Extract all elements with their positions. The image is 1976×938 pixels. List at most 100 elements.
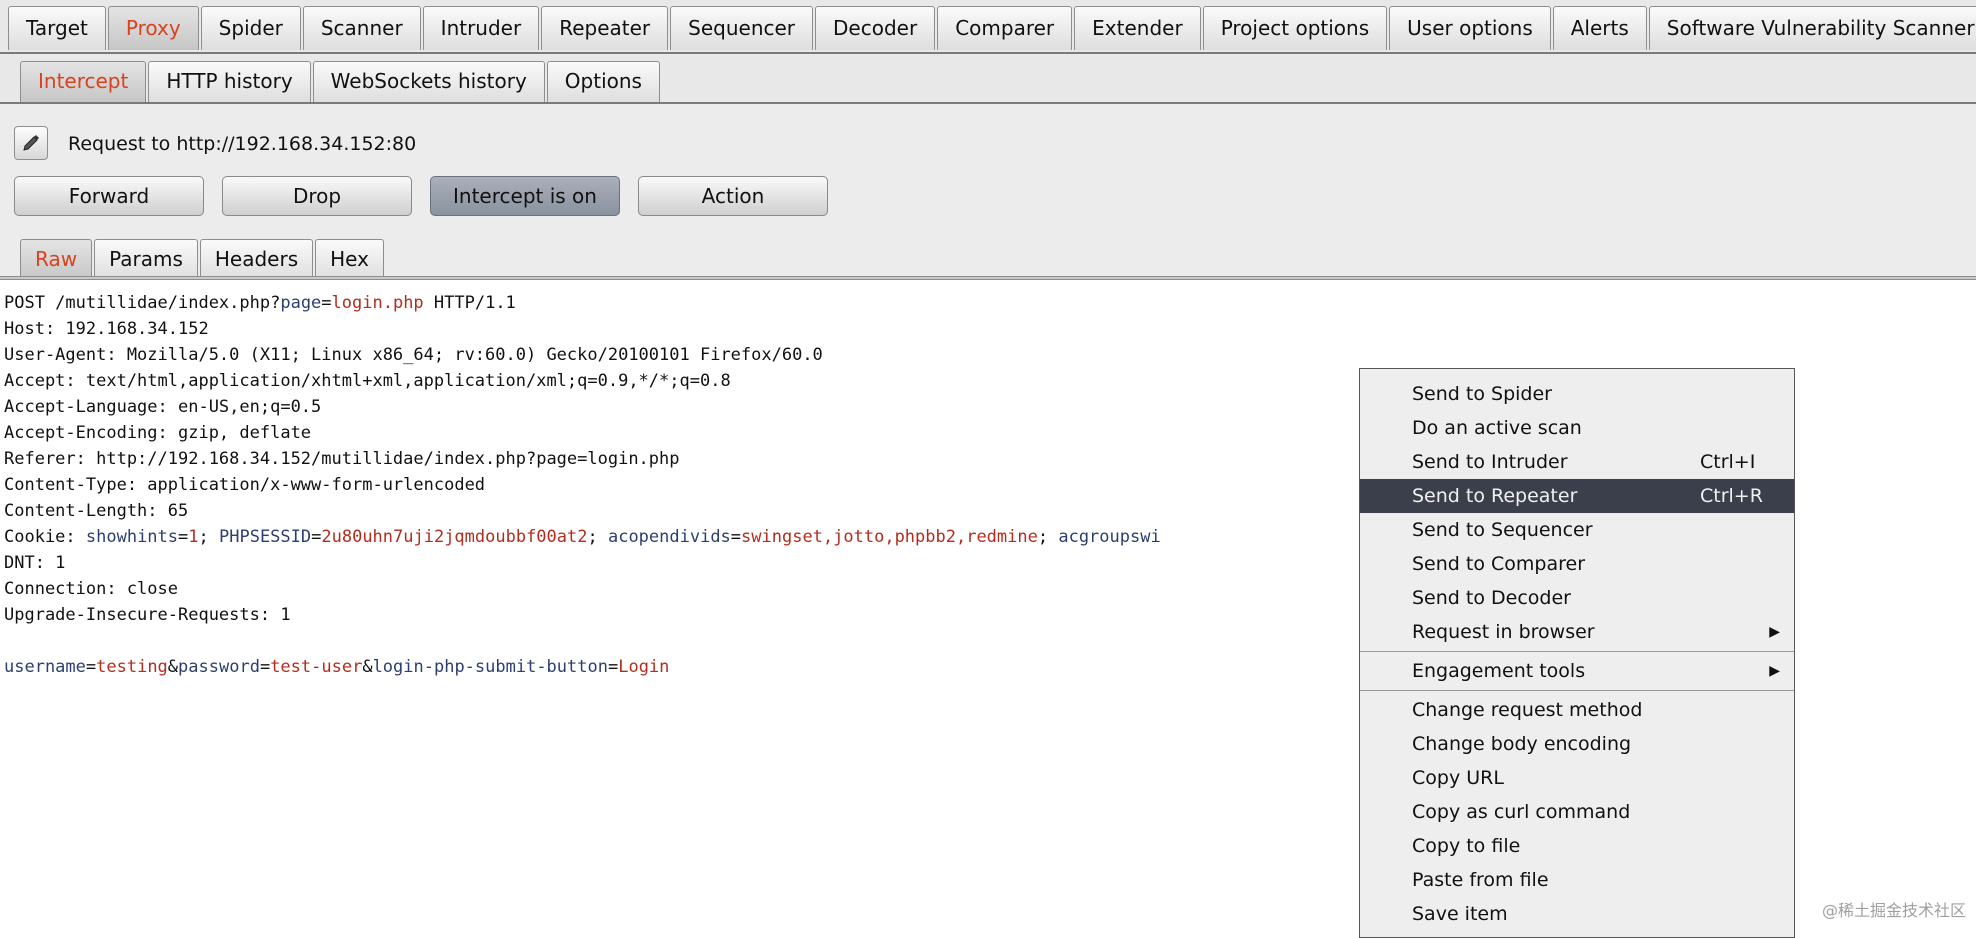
menu-shortcut: Ctrl+I — [1700, 451, 1756, 473]
menu-item-label: Copy URL — [1412, 767, 1504, 789]
main-tabs: Target Proxy Spider Scanner Intruder Repeater… — [8, 6, 1976, 50]
request-text: ; — [587, 527, 608, 547]
param-name: acopendivids — [607, 527, 731, 547]
param-value: test-user — [270, 657, 363, 677]
menu-item-label: Send to Decoder — [1412, 587, 1571, 609]
param-name: acgroupswi — [1058, 527, 1161, 547]
menu-item-copy-as-curl-command[interactable]: Copy as curl command — [1360, 795, 1794, 829]
tab-intruder[interactable]: Intruder — [422, 6, 540, 50]
tab-scanner[interactable]: Scanner — [302, 6, 421, 50]
request-text: ; — [1037, 527, 1059, 547]
param-name: login-php-submit-button — [372, 657, 608, 677]
request-text: Host: 192.168.34.152 — [4, 319, 209, 339]
request-text: = — [178, 527, 189, 547]
menu-item-label: Copy to file — [1412, 835, 1521, 857]
menu-item-copy-url[interactable]: Copy URL — [1360, 761, 1794, 795]
menu-item-send-to-comparer[interactable]: Send to Comparer — [1360, 547, 1794, 581]
request-line: User-Agent: Mozilla/5.0 (X11; Linux x86_… — [4, 342, 1964, 368]
menu-item-do-an-active-scan[interactable]: Do an active scan — [1360, 411, 1794, 445]
param-name: showhints — [85, 527, 179, 547]
menu-item-copy-to-file[interactable]: Copy to file — [1360, 829, 1794, 863]
tab-alerts[interactable]: Alerts — [1552, 6, 1647, 50]
request-text: Accept-Language: en-US,en;q=0.5 — [4, 397, 322, 417]
request-text: ; — [198, 527, 219, 547]
param-name: PHPSESSID — [219, 527, 312, 547]
main-tab-bar: Target Proxy Spider Scanner Intruder Repeater… — [0, 0, 1976, 54]
tab-decoder[interactable]: Decoder — [815, 6, 936, 50]
tab-spider[interactable]: Spider — [200, 6, 301, 50]
menu-item-send-to-sequencer[interactable]: Send to Sequencer — [1360, 513, 1794, 547]
menu-item-label: Paste from file — [1412, 869, 1549, 891]
request-text: = — [607, 657, 619, 677]
request-target-label: Request to http://192.168.34.152:80 — [68, 133, 417, 155]
proxy-tabs: Intercept HTTP history WebSockets history O… — [20, 61, 662, 102]
drop-button[interactable]: Drop — [222, 176, 412, 216]
tab-proxy[interactable]: Proxy — [107, 6, 199, 50]
tab-sequencer[interactable]: Sequencer — [670, 6, 814, 50]
request-text: & — [362, 657, 373, 677]
view-tab-hex[interactable]: Hex — [315, 239, 384, 280]
menu-item-engagement-tools[interactable]: Engagement tools ▶ — [1360, 654, 1794, 688]
proxy-tab-http-history[interactable]: HTTP history — [148, 61, 311, 102]
menu-separator — [1360, 651, 1794, 652]
view-tab-raw[interactable]: Raw — [20, 239, 93, 280]
menu-item-send-to-spider[interactable]: Send to Spider — [1360, 377, 1794, 411]
tab-extender[interactable]: Extender — [1074, 6, 1201, 50]
request-text: POST /mutillidae/index.php? — [4, 293, 281, 313]
intercept-buttons: Forward Drop Intercept is on Action — [14, 176, 846, 216]
request-line: POST /mutillidae/index.php?page=login.ph… — [4, 290, 1964, 316]
edit-request-button[interactable] — [14, 126, 48, 160]
submenu-arrow-icon: ▶ — [1769, 663, 1780, 679]
param-name: username — [4, 657, 86, 677]
request-text: Referer: http://192.168.34.152/mutillida… — [4, 449, 680, 469]
context-menu: Send to Spider Do an active scan Send to I… — [1359, 368, 1795, 938]
request-text: Accept-Encoding: gzip, deflate — [4, 423, 312, 443]
menu-item-paste-from-file[interactable]: Paste from file — [1360, 863, 1794, 897]
menu-item-label: Engagement tools — [1412, 660, 1586, 682]
menu-item-change-body-encoding[interactable]: Change body encoding — [1360, 727, 1794, 761]
request-text: DNT: 1 — [4, 553, 66, 573]
param-value: Login — [618, 657, 670, 677]
proxy-tab-websockets-history[interactable]: WebSockets history — [312, 61, 545, 102]
view-tab-params[interactable]: Params — [94, 239, 198, 280]
tab-comparer[interactable]: Comparer — [937, 6, 1073, 50]
request-text: = — [259, 657, 271, 677]
tab-repeater[interactable]: Repeater — [541, 6, 669, 50]
param-value: testing — [96, 657, 168, 677]
menu-item-send-to-decoder[interactable]: Send to Decoder — [1360, 581, 1794, 615]
submenu-arrow-icon: ▶ — [1769, 624, 1780, 640]
menu-item-label: Copy as curl command — [1412, 801, 1631, 823]
menu-item-label: Send to Repeater — [1412, 485, 1578, 507]
panel-divider — [0, 276, 1976, 280]
menu-item-request-in-browser[interactable]: Request in browser ▶ — [1360, 615, 1794, 649]
menu-item-save-item[interactable]: Save item — [1360, 897, 1794, 931]
request-text: = — [321, 293, 332, 313]
view-tab-headers[interactable]: Headers — [199, 239, 314, 280]
menu-item-change-request-method[interactable]: Change request method — [1360, 693, 1794, 727]
menu-item-send-to-intruder[interactable]: Send to Intruder Ctrl+I — [1360, 445, 1794, 479]
menu-item-label: Send to Spider — [1412, 383, 1552, 405]
request-text: Connection: close — [4, 579, 178, 599]
request-text: Content-Length: 65 — [4, 501, 189, 521]
forward-button[interactable]: Forward — [14, 176, 204, 216]
tab-user-options[interactable]: User options — [1389, 6, 1551, 50]
param-name: password — [178, 657, 260, 677]
menu-item-label: Change request method — [1412, 699, 1643, 721]
param-name: page — [280, 293, 322, 313]
menu-item-label: Send to Comparer — [1412, 553, 1586, 575]
menu-item-send-to-repeater[interactable]: Send to Repeater Ctrl+R — [1360, 479, 1794, 513]
tab-target[interactable]: Target — [8, 6, 106, 50]
proxy-tab-options[interactable]: Options — [546, 61, 660, 102]
tab-software-vulnerability-scanner[interactable]: Software Vulnerability Scanner — [1648, 6, 1976, 50]
request-text: Upgrade-Insecure-Requests: 1 — [4, 605, 291, 625]
param-value: 1 — [188, 527, 199, 547]
request-text: HTTP/1.1 — [423, 293, 516, 313]
request-text: Cookie: — [4, 527, 86, 547]
request-text: & — [167, 657, 179, 677]
intercept-toggle-button[interactable]: Intercept is on — [430, 176, 620, 216]
request-text: User-Agent: Mozilla/5.0 (X11; Linux x86_… — [4, 345, 823, 365]
param-value: login.php — [331, 293, 424, 313]
proxy-tab-intercept[interactable]: Intercept — [20, 61, 147, 102]
tab-project-options[interactable]: Project options — [1202, 6, 1388, 50]
action-button[interactable]: Action — [638, 176, 828, 216]
